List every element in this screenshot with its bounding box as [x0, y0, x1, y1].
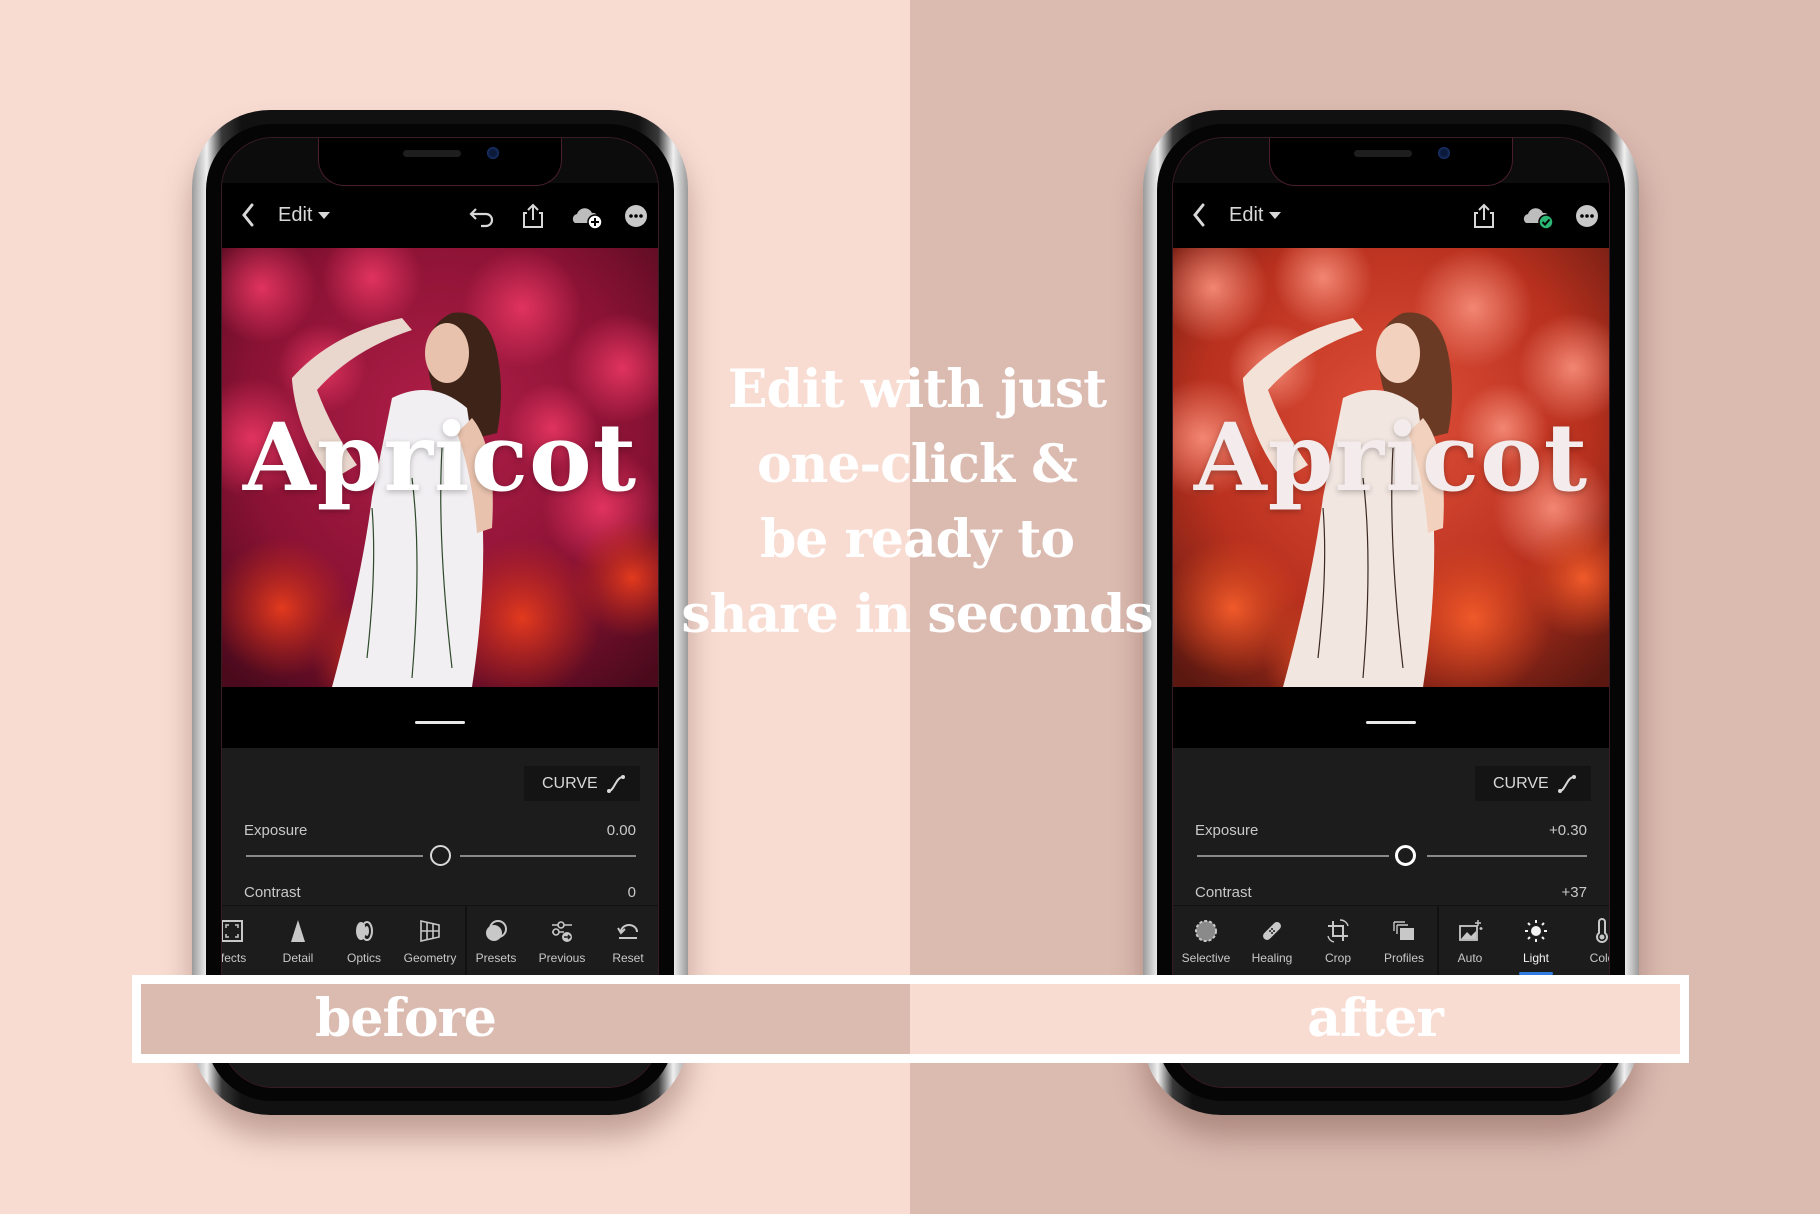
exposure-label: Exposure — [1195, 822, 1259, 839]
tool-profiles[interactable]: Profiles — [1371, 906, 1437, 976]
drag-handle[interactable] — [1366, 721, 1416, 724]
contrast-label: Contrast — [244, 884, 301, 901]
tool-light[interactable]: Light — [1503, 906, 1569, 976]
before-panel: before — [141, 984, 910, 1054]
preset-title: Apricot — [1193, 403, 1589, 513]
speaker — [1354, 150, 1412, 157]
auto-icon — [1459, 920, 1483, 941]
phone-screen: Edit — [1172, 137, 1610, 1088]
effects-icon — [222, 920, 243, 942]
before-after-banner: before after — [132, 975, 1689, 1063]
healing-icon — [1263, 922, 1281, 940]
headline-line: share in seconds — [681, 584, 1153, 645]
exposure-value: 0.00 — [606, 822, 636, 839]
contrast-value: 0 — [627, 884, 636, 901]
more-icon[interactable] — [621, 201, 651, 231]
back-icon[interactable] — [240, 201, 256, 236]
profiles-icon — [1393, 921, 1414, 940]
exposure-slider-knob[interactable] — [430, 845, 451, 866]
contrast-value: +37 — [1561, 884, 1587, 901]
tool-previous[interactable]: Previous — [529, 906, 595, 976]
photo-preview[interactable]: Apricot — [1173, 248, 1609, 687]
edit-toolbar: Selective Healing Crop Profiles Auto Lig… — [1173, 905, 1609, 976]
headline-line: Edit with just — [727, 359, 1107, 420]
cloud-synced-icon[interactable] — [1520, 201, 1554, 231]
optics-icon — [356, 921, 373, 941]
edit-label: Edit — [278, 204, 313, 226]
tool-effects[interactable]: ffects — [222, 906, 265, 976]
tool-healing[interactable]: Healing — [1239, 906, 1305, 976]
crop-icon — [1327, 919, 1349, 943]
exposure-slider[interactable] — [246, 845, 636, 866]
curve-button[interactable]: CURVE — [1475, 766, 1591, 801]
tool-auto[interactable]: Auto — [1437, 906, 1503, 976]
more-icon[interactable] — [1572, 201, 1602, 231]
curve-button[interactable]: CURVE — [524, 766, 640, 801]
share-icon[interactable] — [518, 201, 548, 231]
headline-line: be ready to — [759, 509, 1075, 570]
detail-icon — [291, 920, 305, 942]
light-icon — [1525, 920, 1547, 942]
back-icon[interactable] — [1191, 201, 1207, 236]
phone-before: Edit Apricot CURVE Exposure 0.00 Contras… — [192, 110, 688, 1115]
tool-reset[interactable]: Reset — [595, 906, 658, 976]
phone-after: Edit Apricot CURVE Exposure +0.30 Contra… — [1143, 110, 1639, 1115]
edit-label: Edit — [1229, 204, 1264, 226]
tool-geometry[interactable]: Geometry — [397, 906, 463, 976]
tool-selective[interactable]: Selective — [1173, 906, 1239, 976]
curve-label: CURVE — [542, 775, 598, 792]
before-label: before — [315, 988, 497, 1049]
phone-notch — [318, 138, 562, 186]
preset-title: Apricot — [242, 403, 638, 513]
front-camera — [1438, 147, 1450, 159]
filmstrip-area — [222, 687, 658, 748]
exposure-slider-knob[interactable] — [1395, 845, 1416, 866]
edit-toolbar: ffects Detail Optics Geometry Presets — [222, 905, 658, 976]
previous-icon — [552, 921, 572, 942]
curve-label: CURVE — [1493, 775, 1549, 792]
cloud-add-icon[interactable] — [569, 201, 603, 231]
curve-icon — [1558, 775, 1576, 793]
filmstrip-area — [1173, 687, 1609, 748]
exposure-slider[interactable] — [1197, 845, 1587, 866]
phone-notch — [1269, 138, 1513, 186]
share-icon[interactable] — [1469, 201, 1499, 231]
light-panel: CURVE Exposure 0.00 Contrast 0 — [222, 748, 658, 905]
light-panel: CURVE Exposure +0.30 Contrast +37 — [1173, 748, 1609, 905]
tool-presets[interactable]: Presets — [463, 906, 529, 976]
geometry-icon — [420, 920, 440, 942]
top-nav-bar: Edit — [222, 183, 658, 248]
tool-detail[interactable]: Detail — [265, 906, 331, 976]
top-nav-bar: Edit — [1173, 183, 1609, 248]
curve-icon — [607, 775, 625, 793]
chevron-down-icon — [1269, 212, 1282, 220]
tool-crop[interactable]: Crop — [1305, 906, 1371, 976]
chevron-down-icon — [318, 212, 331, 220]
photo-preview[interactable]: Apricot — [222, 248, 658, 687]
reset-icon — [617, 924, 638, 939]
edit-menu[interactable]: Edit — [278, 204, 331, 227]
headline-line: one-click & — [756, 434, 1078, 495]
exposure-value: +0.30 — [1549, 822, 1587, 839]
undo-icon[interactable] — [467, 201, 497, 231]
selective-icon — [1195, 920, 1217, 942]
phone-screen: Edit — [221, 137, 659, 1088]
exposure-label: Exposure — [244, 822, 308, 839]
drag-handle[interactable] — [415, 721, 465, 724]
after-label: after — [1307, 988, 1444, 1049]
headline: Edit with just one-click & be ready to s… — [650, 352, 1184, 652]
speaker — [403, 150, 461, 157]
edit-menu[interactable]: Edit — [1229, 204, 1282, 227]
tool-optics[interactable]: Optics — [331, 906, 397, 976]
front-camera — [487, 147, 499, 159]
color-icon — [1596, 918, 1608, 943]
presets-icon — [486, 920, 507, 941]
contrast-label: Contrast — [1195, 884, 1252, 901]
after-panel: after — [910, 984, 1680, 1054]
tool-color[interactable]: Colo — [1569, 906, 1609, 976]
